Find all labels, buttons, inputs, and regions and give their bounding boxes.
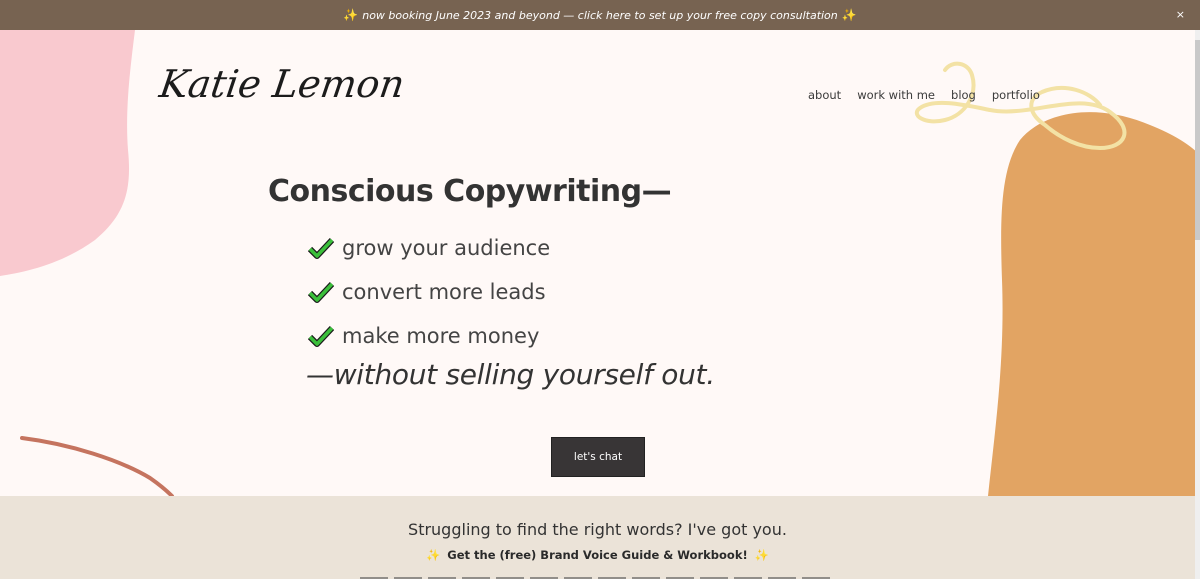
nav-item-portfolio[interactable]: portfolio [992, 88, 1040, 102]
guide-link-label[interactable]: Get the (free) Brand Voice Guide & Workb… [447, 548, 747, 562]
checkmark-icon [308, 281, 334, 303]
announcement-link[interactable]: now booking June 2023 and beyond — click… [362, 9, 838, 22]
benefit-label: convert more leads [342, 280, 546, 304]
sparkle-icon: ✨ [841, 8, 857, 22]
section-title: Struggling to find the right words? I've… [408, 520, 787, 539]
nav-item-blog[interactable]: blog [951, 88, 976, 102]
main-nav: about work with me blog portfolio [808, 88, 1040, 102]
benefits-list: grow your audience convert more leads ma… [308, 226, 550, 358]
orange-blob-shape [988, 112, 1200, 496]
lets-chat-button[interactable]: let's chat [551, 437, 645, 477]
close-icon[interactable]: × [1176, 8, 1185, 21]
nav-item-about[interactable]: about [808, 88, 841, 102]
benefit-item: grow your audience [308, 226, 550, 270]
benefit-label: grow your audience [342, 236, 551, 260]
announcement-bar[interactable]: ✨ now booking June 2023 and beyond — cli… [0, 0, 1200, 30]
logo[interactable]: Katie Lemon [157, 62, 407, 106]
sparkle-icon: ✨ [754, 548, 770, 562]
sparkle-icon: ✨ [425, 548, 441, 562]
benefit-label: make more money [342, 324, 540, 348]
cut-off-text [360, 573, 830, 579]
lead-magnet-section: Struggling to find the right words? I've… [0, 496, 1195, 579]
nav-item-work-with-me[interactable]: work with me [857, 88, 935, 102]
hero-tagline: —without selling yourself out. [306, 358, 715, 391]
guide-link[interactable]: ✨ Get the (free) Brand Voice Guide & Wor… [0, 548, 1195, 562]
scrollbar[interactable] [1195, 30, 1200, 579]
scrollbar-thumb[interactable] [1195, 40, 1200, 240]
checkmark-icon [308, 237, 334, 259]
pink-blob-shape [0, 30, 135, 276]
benefit-item: convert more leads [308, 270, 550, 314]
hero-headline: Conscious Copywriting— [268, 174, 672, 209]
checkmark-icon [308, 325, 334, 347]
benefit-item: make more money [308, 314, 550, 358]
sparkle-icon: ✨ [343, 8, 359, 22]
hero-section: Katie Lemon about work with me blog port… [0, 30, 1200, 496]
red-curve-shape [20, 436, 174, 496]
